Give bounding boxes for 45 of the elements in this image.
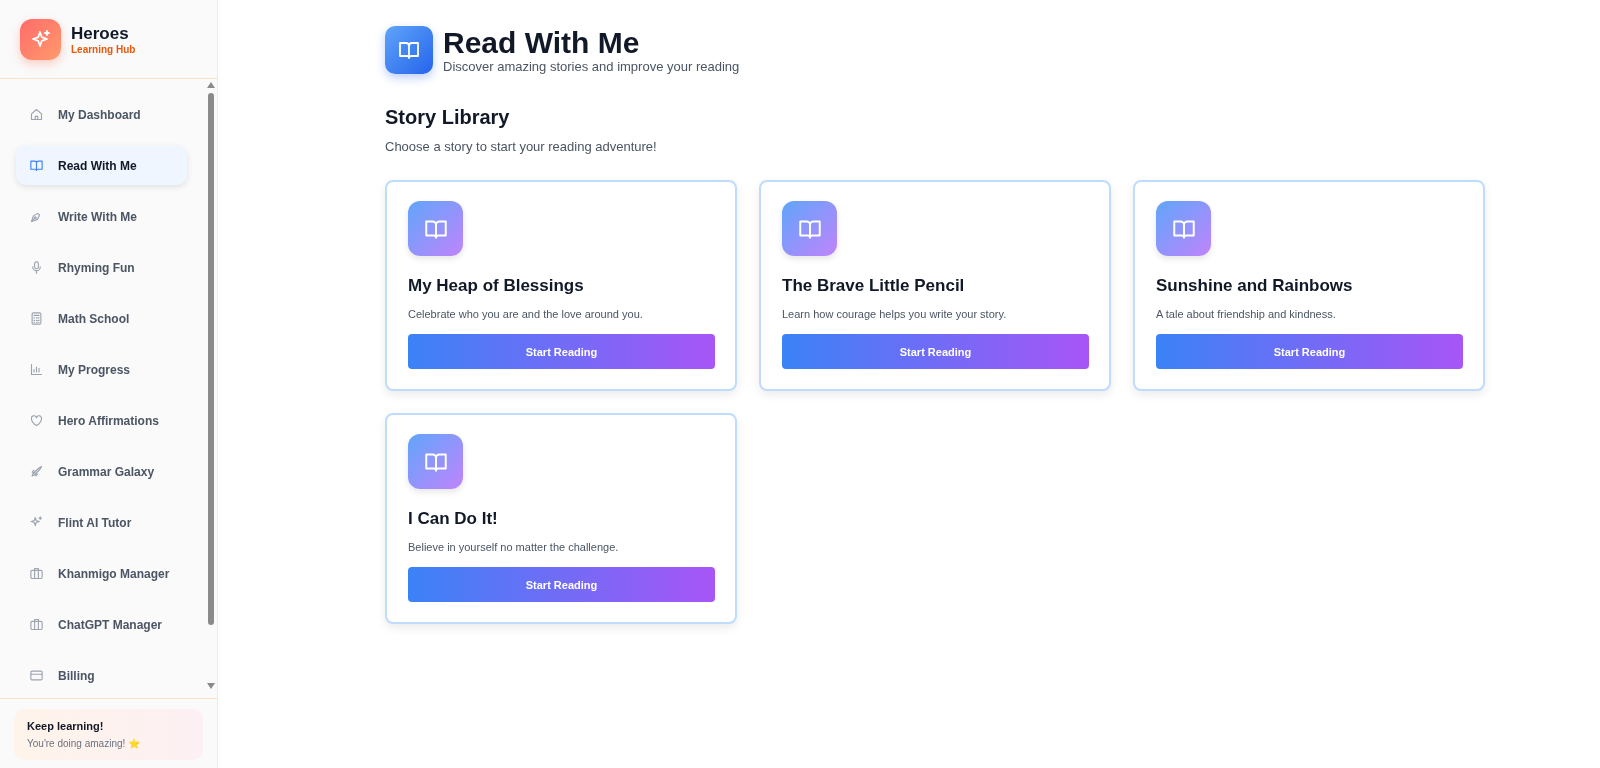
encouragement-text: You're doing amazing! ⭐	[27, 738, 142, 749]
brand-name: Heroes	[71, 24, 130, 44]
page-subtitle: Discover amazing stories and improve your reading	[443, 58, 740, 74]
rocket-icon	[29, 464, 44, 479]
story-title: Sunshine and Rainbows	[1156, 276, 1354, 296]
sidebar-item[interactable]: Billing	[16, 656, 187, 695]
story-description: A tale about friendship and kindness.	[1156, 308, 1337, 320]
section-title: Story Library	[385, 106, 511, 129]
section-subtitle: Choose a story to start your reading adventure!	[385, 139, 658, 154]
start-reading-button[interactable]: Start Reading	[408, 334, 715, 369]
story-title: I Can Do It!	[408, 509, 499, 529]
page-title: Read With Me	[443, 26, 641, 59]
story-title: My Heap of Blessings	[408, 276, 585, 296]
brand-tagline: Learning Hub	[71, 44, 136, 55]
start-reading-button[interactable]: Start Reading	[782, 334, 1089, 369]
story-description: Believe in yourself no matter the challenge.	[408, 541, 620, 553]
briefcase-icon	[29, 617, 44, 632]
sidebar-item[interactable]: Read With Me	[16, 146, 187, 185]
sidebar-item[interactable]: My Dashboard	[16, 95, 187, 134]
sidebar-item[interactable]: Hero Affirmations	[16, 401, 187, 440]
story-description: Learn how courage helps you write your story.	[782, 308, 1008, 320]
card-icon	[29, 668, 44, 683]
bar-chart-icon	[29, 362, 44, 377]
heart-icon	[29, 413, 44, 428]
briefcase-icon	[29, 566, 44, 581]
microphone-icon	[29, 260, 44, 275]
sidebar-item[interactable]: Grammar Galaxy	[16, 452, 187, 491]
sidebar-item[interactable]: ChatGPT Manager	[16, 605, 187, 644]
scroll-down-arrow-icon[interactable]	[207, 683, 215, 689]
story-description: Celebrate who you are and the love around you.	[408, 308, 644, 320]
sidebar-item[interactable]: My Progress	[16, 350, 187, 389]
start-reading-button[interactable]: Start Reading	[1156, 334, 1463, 369]
sidebar-item[interactable]: Math School	[16, 299, 187, 338]
start-reading-button[interactable]: Start Reading	[408, 567, 715, 602]
home-icon	[29, 107, 44, 122]
sidebar-item[interactable]: Rhyming Fun	[16, 248, 187, 287]
calculator-icon	[29, 311, 44, 326]
sidebar-item[interactable]: Write With Me	[16, 197, 187, 236]
sidebar-item[interactable]: Khanmigo Manager	[16, 554, 187, 593]
sidebar-item[interactable]: Flint AI Tutor	[16, 503, 187, 542]
encouragement-title: Keep learning!	[27, 720, 105, 732]
story-title: The Brave Little Pencil	[782, 276, 966, 296]
scrollbar-thumb[interactable]	[208, 93, 214, 625]
scroll-up-arrow-icon[interactable]	[207, 82, 215, 88]
book-icon	[29, 158, 44, 173]
